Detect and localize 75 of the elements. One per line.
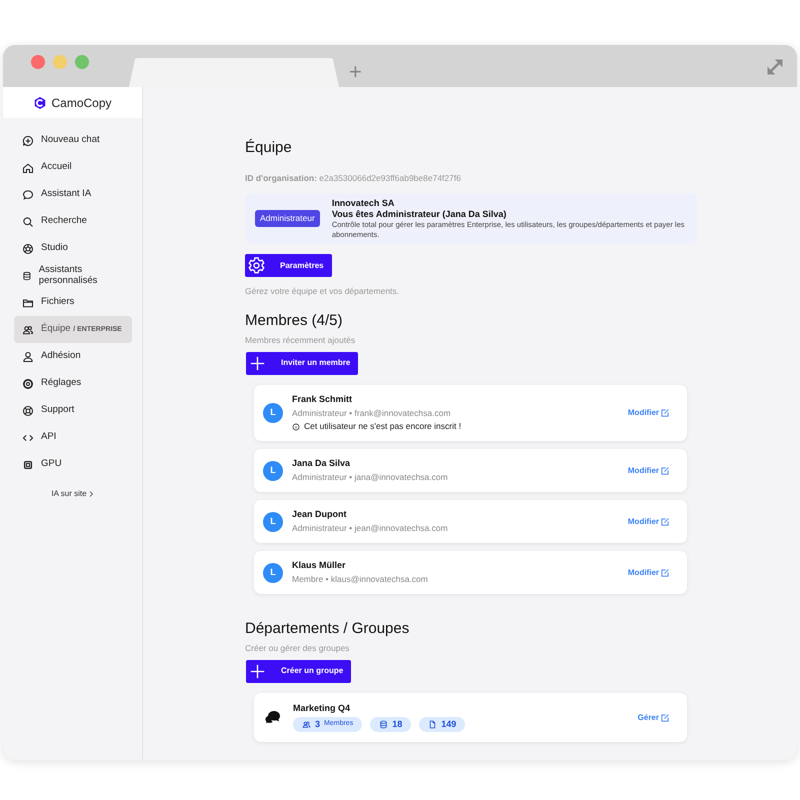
groups-subtitle: Créer ou gérer des groupes: [245, 642, 350, 655]
lifebuoy-icon: [22, 404, 34, 416]
avatar: L: [263, 562, 283, 582]
edit-icon: [660, 712, 670, 722]
users-icon: [302, 720, 311, 730]
sidebar-item[interactable]: API: [14, 424, 132, 451]
sidebar-item[interactable]: Assistant IA: [14, 181, 132, 208]
manage-link[interactable]: Gérer: [638, 712, 670, 722]
search-icon: [22, 216, 34, 228]
organisation-name: Innovatech SA: [332, 198, 396, 209]
groups-title: Départements / Groupes: [245, 620, 410, 638]
sidebar-item[interactable]: Support: [14, 397, 132, 424]
members-title: Membres (4/5): [245, 312, 344, 330]
edit-link[interactable]: Modifier: [628, 516, 670, 526]
files-chip: 149: [419, 717, 466, 732]
edit-icon: [660, 568, 670, 578]
folder-icon: [22, 296, 34, 308]
page-title: Équipe: [245, 139, 293, 157]
group-name: Marketing Q4: [293, 702, 352, 714]
team-hint: Gérez votre équipe et vos départements.: [245, 285, 400, 298]
sidebar-item[interactable]: Fichiers: [14, 289, 132, 316]
member-name: Klaus Müller: [292, 560, 347, 572]
member-name: Jana Da Silva: [292, 458, 352, 470]
members-subtitle: Membres récemment ajoutés: [245, 334, 356, 346]
role-statement: Vous êtes Administrateur (Jana Da Silva): [332, 209, 508, 220]
member-details: Administrateur • jean@innovatechsa.com: [292, 523, 448, 534]
sidebar-item[interactable]: Studio: [14, 235, 132, 262]
member-name: Frank Schmitt: [292, 394, 354, 405]
sidebar-item[interactable]: Réglages: [14, 370, 132, 397]
on-site-link[interactable]: IA sur site: [51, 489, 87, 498]
logo-icon: [33, 96, 48, 110]
minimize-dot[interactable]: [53, 55, 67, 69]
chat-bubbles-icon: [264, 708, 282, 726]
sidebar-item[interactable]: Recherche: [14, 208, 132, 235]
organisation-id: ID d'organisation: e2a3530066d2e93ff6ab9be8e74f27f6: [245, 172, 462, 185]
member-details: Administrateur • jana@innovatechsa.com: [292, 472, 448, 483]
edit-icon: [660, 516, 670, 526]
settings-button[interactable]: Paramètres: [245, 254, 332, 277]
edit-icon: [660, 408, 670, 418]
close-dot[interactable]: [31, 55, 45, 69]
sidebar-item[interactable]: Nouveau chat: [14, 127, 132, 154]
sidebar-item[interactable]: GPU: [14, 451, 132, 478]
edit-link[interactable]: Modifier: [628, 408, 670, 418]
file-icon: [428, 720, 438, 730]
maximize-dot[interactable]: [75, 55, 89, 69]
sidebar-item[interactable]: Accueil: [14, 154, 132, 181]
brand-name: CamoCopy: [51, 94, 112, 112]
user-icon: [22, 350, 34, 362]
edit-link[interactable]: Modifier: [628, 568, 670, 578]
assistants-chip: 18: [370, 717, 412, 732]
sidebar-item[interactable]: Assistants personnalisés: [14, 262, 132, 289]
aperture-icon: [22, 242, 34, 254]
create-group-button[interactable]: Créer un groupe: [246, 660, 352, 683]
info-icon: [292, 422, 300, 431]
home-icon: [22, 162, 34, 174]
avatar: L: [263, 402, 283, 423]
member-name: Jean Dupont: [292, 509, 348, 520]
avatar: L: [263, 460, 283, 480]
edit-link[interactable]: Modifier: [628, 466, 670, 476]
users-icon: [22, 324, 34, 336]
role-badge: Administrateur: [255, 210, 320, 227]
member-details: Membre • klaus@innovatechsa.com: [292, 574, 428, 585]
chat-bubble-icon: [22, 188, 34, 200]
expand-icon[interactable]: [765, 57, 785, 77]
database-icon: [379, 720, 388, 730]
member-details: Administrateur • frank@innovatechsa.com: [292, 408, 452, 418]
plus-chat-icon: [22, 134, 34, 146]
chip-icon: [22, 458, 34, 470]
avatar: L: [263, 512, 283, 532]
browser-tab[interactable]: [129, 58, 339, 87]
database-icon: [22, 270, 32, 282]
edit-icon: [660, 466, 670, 476]
warning-text: Cet utilisateur ne s'est pas encore inscrit !: [304, 421, 462, 432]
sidebar-item[interactable]: Adhésion: [14, 343, 132, 370]
invite-member-button[interactable]: Inviter un membre: [246, 352, 358, 374]
